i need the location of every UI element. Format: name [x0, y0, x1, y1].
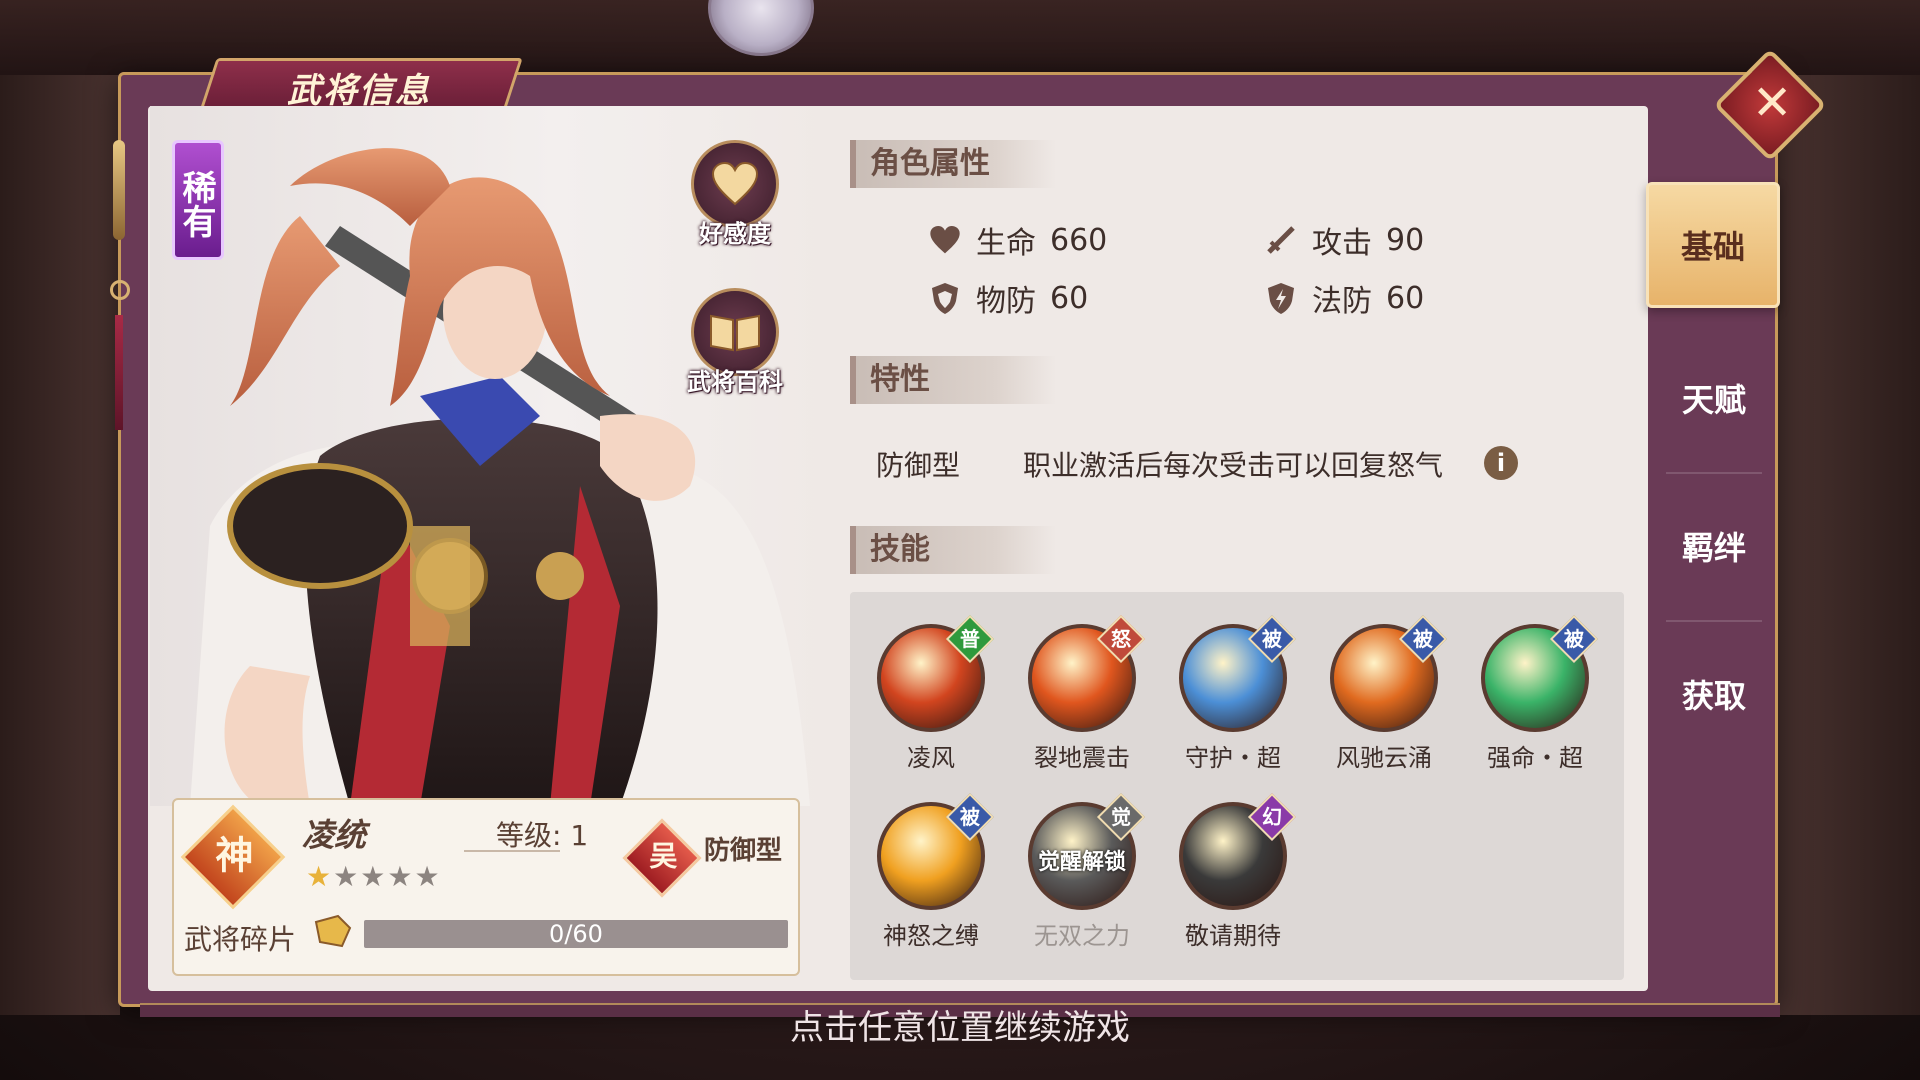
shield-icon — [928, 281, 962, 315]
hero-name: 凌统 — [302, 816, 367, 854]
magic-shield-icon — [1264, 281, 1298, 315]
skill-item[interactable]: 被强命・超 — [1470, 614, 1600, 773]
tab-divider — [1666, 620, 1762, 622]
star-rating: ★★★★★ — [306, 860, 442, 893]
background-left — [0, 75, 120, 1015]
stat-attack: 攻击 90 — [1264, 218, 1424, 262]
trait-description: 职业激活后每次受击可以回复怒气 — [1023, 449, 1444, 482]
skill-name: 裂地震击 — [1034, 744, 1130, 772]
god-badge: 神 — [180, 804, 286, 910]
stat-mdef: 法防 60 — [1264, 276, 1424, 320]
star-icon: ★ — [333, 860, 361, 893]
skill-icon: 被 — [1481, 614, 1599, 732]
stat-pdef-label: 物防 — [976, 284, 1036, 319]
close-icon: ✕ — [1752, 74, 1793, 131]
stat-mdef-label: 法防 — [1312, 284, 1372, 319]
shard-label: 武将碎片 — [184, 923, 297, 956]
skill-item[interactable]: 被神怒之缚 — [866, 792, 996, 951]
skill-icon: 被 — [1179, 614, 1297, 732]
hero-summary-card: 神 凌统 等级: 1 ★★★★★ 吴 防御型 武将碎片 0/60 — [172, 798, 800, 976]
skill-icon: 幻 — [1179, 792, 1297, 910]
stat-hp-value: 660 — [1050, 222, 1108, 258]
skill-name: 敬请期待 — [1185, 922, 1281, 950]
skill-icon: 被 — [1330, 614, 1448, 732]
attributes-header: 角色属性 — [850, 140, 1056, 188]
skill-item[interactable]: 普凌风 — [866, 614, 996, 773]
stat-hp: 生命 660 — [928, 218, 1107, 262]
encyclopedia-button[interactable]: 武将百科 — [680, 288, 790, 397]
affection-button[interactable]: 好感度 — [680, 140, 790, 249]
heart-icon — [928, 223, 962, 257]
tab-basic[interactable]: 基础 — [1646, 182, 1780, 308]
background-right — [1770, 75, 1920, 1015]
continue-hint[interactable]: 点击任意位置继续游戏 — [0, 1000, 1920, 1049]
trait-type: 防御型 — [876, 449, 961, 482]
skill-lock-overlay: 觉醒解锁 — [1037, 850, 1126, 875]
shard-icon — [314, 914, 352, 948]
tab-talent[interactable]: 天赋 — [1650, 338, 1778, 458]
skill-item[interactable]: 觉觉醒解锁无双之力 — [1017, 792, 1147, 951]
star-icon: ★ — [387, 860, 415, 893]
divider — [464, 850, 560, 852]
skill-name: 凌风 — [907, 744, 955, 772]
shard-progress-text: 0/60 — [549, 920, 603, 948]
skill-icon: 觉觉醒解锁 — [1028, 792, 1146, 910]
skill-name: 神怒之缚 — [883, 922, 979, 950]
skill-icon: 被 — [877, 792, 995, 910]
rarity-badge: 稀有 — [172, 140, 224, 260]
stat-mdef-value: 60 — [1386, 280, 1425, 316]
stat-attack-label: 攻击 — [1312, 226, 1372, 261]
faction-badge: 吴 — [622, 818, 702, 898]
star-icon: ★ — [360, 860, 388, 893]
decorative-pendant — [108, 140, 130, 430]
skill-item[interactable]: 怒裂地震击 — [1017, 614, 1147, 773]
info-icon[interactable]: i — [1484, 446, 1518, 480]
hero-type: 防御型 — [704, 836, 783, 866]
hero-level: 等级: 1 — [496, 819, 589, 852]
skill-icon: 怒 — [1028, 614, 1146, 732]
star-icon: ★ — [306, 860, 334, 893]
skill-icon: 普 — [877, 614, 995, 732]
skill-name: 风驰云涌 — [1336, 744, 1432, 772]
skills-header: 技能 — [850, 526, 1056, 574]
traits-header: 特性 — [850, 356, 1056, 404]
tab-divider — [1666, 472, 1762, 474]
star-icon: ★ — [414, 860, 442, 893]
stat-hp-label: 生命 — [976, 226, 1036, 261]
sword-icon — [1264, 223, 1298, 257]
skill-name: 强命・超 — [1487, 744, 1583, 772]
shard-progress-bar: 0/60 — [364, 920, 788, 948]
skill-name: 无双之力 — [1034, 922, 1130, 950]
affection-label: 好感度 — [699, 220, 771, 248]
encyclopedia-label: 武将百科 — [687, 368, 783, 396]
stat-pdef-value: 60 — [1050, 280, 1089, 316]
skill-name: 守护・超 — [1185, 744, 1281, 772]
skill-item[interactable]: 幻敬请期待 — [1168, 792, 1298, 951]
skill-item[interactable]: 被守护・超 — [1168, 614, 1298, 773]
stat-pdef: 物防 60 — [928, 276, 1088, 320]
stat-attack-value: 90 — [1386, 222, 1425, 258]
tab-obtain[interactable]: 获取 — [1650, 634, 1778, 754]
tab-bonds[interactable]: 羁绊 — [1650, 486, 1778, 606]
skill-item[interactable]: 被风驰云涌 — [1319, 614, 1449, 773]
